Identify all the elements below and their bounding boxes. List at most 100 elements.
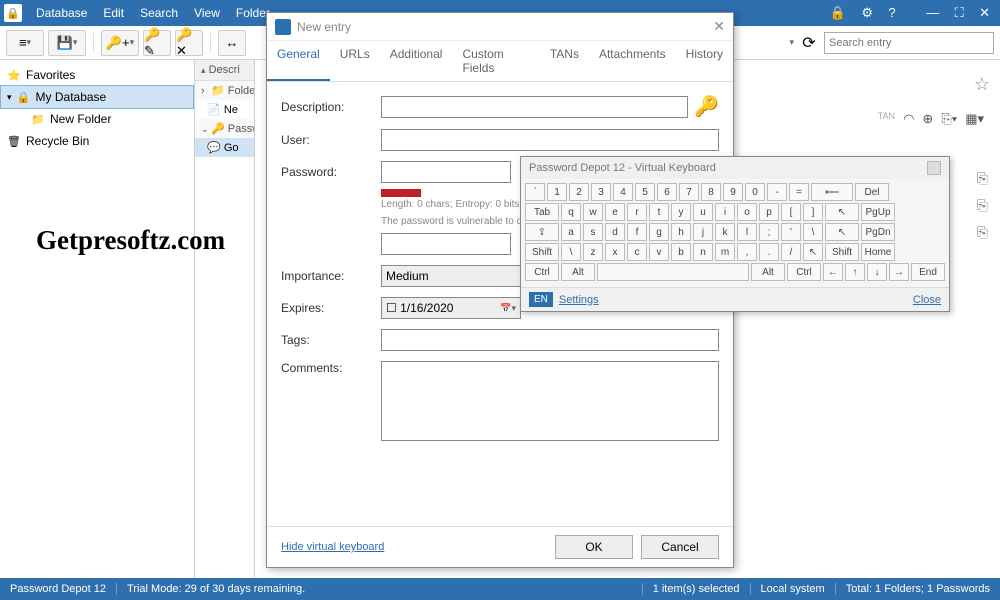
vkbd-key[interactable]: 0 [745,183,765,201]
link-icon[interactable]: ⎘▾ [941,111,957,127]
view-mode-dropdown[interactable]: ▾ [789,37,794,48]
vkbd-key[interactable]: \ [803,223,823,241]
hide-keyboard-link[interactable]: Hide virtual keyboard [281,541,384,553]
vkbd-close-link[interactable]: Close [913,294,941,306]
vkbd-key[interactable]: , [737,243,757,261]
tab-urls[interactable]: URLs [330,41,380,81]
vkbd-key[interactable]: Ctrl [787,263,821,281]
delete-key-button[interactable]: 🔑✕ [175,30,203,56]
vkbd-key[interactable]: 4 [613,183,633,201]
vkbd-key[interactable]: ; [759,223,779,241]
vkbd-key[interactable]: x [605,243,625,261]
vkbd-key[interactable]: c [627,243,647,261]
vkbd-settings-link[interactable]: Settings [559,294,599,306]
vkbd-key[interactable]: 3 [591,183,611,201]
vkbd-key[interactable]: k [715,223,735,241]
tab-additional[interactable]: Additional [380,41,453,81]
vkbd-key[interactable]: d [605,223,625,241]
list-item-google[interactable]: 💬 Go [195,138,254,157]
vkbd-key[interactable]: ↓ [867,263,887,281]
vkbd-key[interactable]: p [759,203,779,221]
cancel-button[interactable]: Cancel [641,535,719,559]
sidebar-database[interactable]: ▾ 🔒 My Database [0,85,194,109]
tab-custom[interactable]: Custom Fields [452,41,539,81]
password-input[interactable] [381,161,511,183]
lock-icon[interactable]: 🔒 [824,5,852,20]
vkbd-key[interactable]: l [737,223,757,241]
menu-search[interactable]: Search [132,6,186,20]
sidebar-favorites[interactable]: ⭐ Favorites [0,64,194,86]
vkbd-key[interactable]: t [649,203,669,221]
add-key-button[interactable]: 🔑+ ▾ [101,30,139,56]
edit-key-button[interactable]: 🔑✎ [143,30,171,56]
vkbd-key[interactable]: → [889,263,909,281]
copy-icon[interactable]: ⎘ [977,197,988,214]
vkbd-key[interactable]: v [649,243,669,261]
vkbd-key[interactable]: Home [861,243,895,261]
vkbd-key[interactable]: 5 [635,183,655,201]
expires-date[interactable]: ☐ 1/16/2020📅▾ [381,297,521,319]
help-icon[interactable]: ? [882,5,901,20]
vkbd-key[interactable]: m [715,243,735,261]
vkbd-key[interactable]: ↖ [803,243,823,261]
vkbd-key[interactable]: ' [781,223,801,241]
grid-icon[interactable]: ▦▾ [965,111,984,127]
vkbd-key[interactable]: - [767,183,787,201]
vkbd-key[interactable]: 6 [657,183,677,201]
vkbd-key[interactable]: Ctrl [525,263,559,281]
vkbd-key[interactable]: r [627,203,647,221]
vkbd-key[interactable]: Shift [825,243,859,261]
vkbd-key[interactable]: End [911,263,945,281]
vkbd-key[interactable]: 2 [569,183,589,201]
vkbd-key[interactable]: z [583,243,603,261]
vkbd-key[interactable]: PgUp [861,203,895,221]
vkbd-key[interactable]: f [627,223,647,241]
vkbd-key[interactable]: g [649,223,669,241]
vkbd-key[interactable]: Alt [561,263,595,281]
password-repeat-input[interactable] [381,233,511,255]
description-input[interactable] [381,96,688,118]
vkbd-key[interactable]: = [789,183,809,201]
sidebar-recycle[interactable]: 🗑 Recycle Bin [0,130,194,152]
globe-icon[interactable]: ⊕ [922,111,933,127]
vkbd-key[interactable]: Shift [525,243,559,261]
cloud-icon[interactable]: ◠ [903,111,914,127]
vkbd-key[interactable]: ↖ [825,223,859,241]
vkbd-key[interactable]: ⇪ [525,223,559,241]
group-folder[interactable]: ›📁 Folde [195,81,254,100]
copy-icon[interactable]: ⎘ [977,224,988,241]
vkbd-key[interactable]: n [693,243,713,261]
menu-edit[interactable]: Edit [95,6,132,20]
comments-textarea[interactable] [381,361,719,441]
vkbd-key[interactable]: Del [855,183,889,201]
vkbd-key[interactable]: u [693,203,713,221]
vkbd-key[interactable]: a [561,223,581,241]
vkbd-key[interactable]: 8 [701,183,721,201]
vkbd-key[interactable]: / [781,243,801,261]
vkbd-key[interactable]: ↑ [845,263,865,281]
close-icon[interactable]: ✕ [973,5,996,20]
db-button[interactable]: ≡ ▾ [6,30,44,56]
tab-history[interactable]: History [676,41,733,81]
vkbd-key[interactable]: \ [561,243,581,261]
maximize-icon[interactable]: ⛶ [949,5,970,20]
save-button[interactable]: 💾 ▾ [48,30,86,56]
key-icon[interactable]: 🔑 [694,94,719,119]
menu-view[interactable]: View [186,6,228,20]
vkbd-key[interactable]: 9 [723,183,743,201]
toolbar-extra-button[interactable]: ↔ [218,30,246,56]
gear-icon[interactable]: ⚙ [855,5,879,20]
vkbd-key[interactable]: 7 [679,183,699,201]
vkbd-key[interactable]: s [583,223,603,241]
vkbd-key[interactable]: j [693,223,713,241]
tab-tans[interactable]: TANs [540,41,589,81]
vkbd-key[interactable]: Alt [751,263,785,281]
group-password[interactable]: ⌄🔑 Passw [195,119,254,138]
vkbd-key[interactable]: PgDn [861,223,895,241]
tab-attachments[interactable]: Attachments [589,41,676,81]
vkbd-key[interactable]: b [671,243,691,261]
refresh-icon[interactable]: ⟳ [798,33,820,53]
vkbd-key[interactable]: h [671,223,691,241]
tags-input[interactable] [381,329,719,351]
minimize-icon[interactable]: ― [920,5,945,20]
